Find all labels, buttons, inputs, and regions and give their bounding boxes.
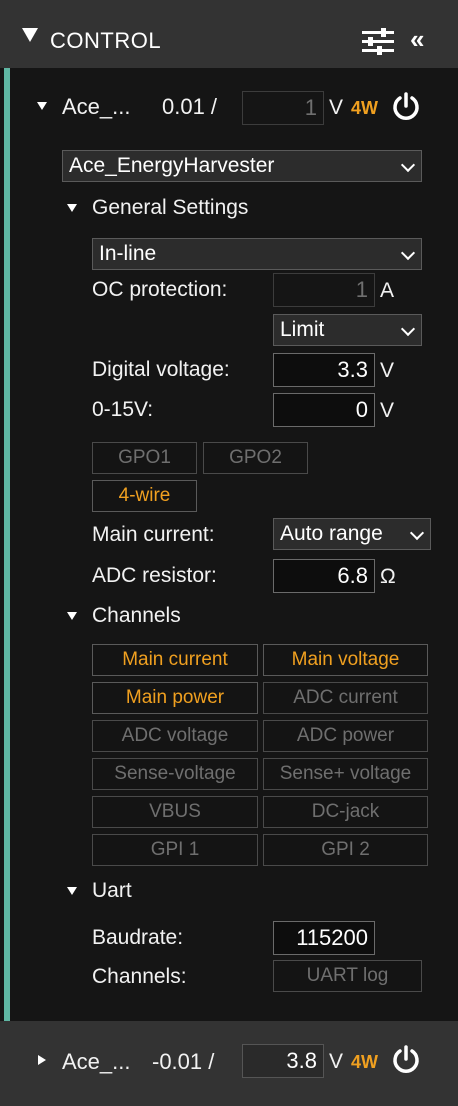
main-current-range-value: Auto range [280, 522, 383, 545]
collapse-triangle-icon[interactable] [22, 28, 38, 42]
oc-unit: A [380, 279, 395, 302]
baudrate-label: Baudrate: [92, 926, 184, 949]
device-select-value: Ace_EnergyHarvester [69, 154, 275, 177]
device2-reading: -0.01 / [152, 1049, 215, 1074]
collapse-panel-button[interactable]: « [410, 24, 424, 55]
voltage-setpoint-input[interactable]: 1 [242, 91, 324, 125]
uart-channels-label: Channels: [92, 965, 187, 988]
range-0-15v-input[interactable]: 0 [273, 393, 375, 427]
expand-device2-icon[interactable] [38, 1055, 46, 1065]
device2-mode-4w-badge[interactable]: 4W [351, 1052, 378, 1073]
baudrate-input[interactable]: 115200 [273, 921, 375, 955]
device2-row[interactable]: Ace_... -0.01 / 3.8 V 4W [0, 1021, 458, 1106]
main-current-range-select[interactable]: Auto range [273, 518, 431, 550]
general-settings-toggle-icon[interactable] [67, 204, 77, 212]
device2-voltage-setpoint-input[interactable]: 3.8 [242, 1044, 324, 1078]
device-select[interactable]: Ace_EnergyHarvester [62, 150, 422, 182]
main-current-label: Main current: [92, 523, 215, 546]
device2-voltage-unit: V [329, 1050, 344, 1073]
oc-mode-select[interactable]: Limit [273, 314, 422, 346]
channel-vbus[interactable]: VBUS [92, 796, 258, 828]
channel-sense-plus-voltage[interactable]: Sense+ voltage [263, 758, 428, 790]
device2-name[interactable]: Ace_... [62, 1049, 130, 1075]
channel-sense-minus-voltage[interactable]: Sense-voltage [92, 758, 258, 790]
channels-toggle-icon[interactable] [67, 612, 77, 620]
digital-voltage-unit: V [380, 359, 395, 382]
channel-gpi2[interactable]: GPI 2 [263, 834, 428, 866]
mode-4w-badge[interactable]: 4W [351, 98, 378, 119]
oc-mode-value: Limit [280, 318, 325, 341]
sliders-icon[interactable] [362, 28, 394, 56]
uart-title[interactable]: Uart [92, 879, 132, 903]
channel-main-voltage[interactable]: Main voltage [263, 644, 428, 676]
power-icon[interactable] [391, 1045, 421, 1075]
channels-title[interactable]: Channels [92, 604, 181, 628]
voltage-unit: V [329, 96, 344, 119]
oc-protection-label: OC protection: [92, 278, 228, 301]
device-accent-bar [4, 68, 10, 1021]
channel-adc-power[interactable]: ADC power [263, 720, 428, 752]
channel-adc-current[interactable]: ADC current [263, 682, 428, 714]
adc-resistor-label: ADC resistor: [92, 564, 217, 587]
control-panel: CONTROL « Ace_... 0.01 / 1 V 4W Ace_Ener… [0, 0, 458, 1106]
four-wire-button[interactable]: 4-wire [92, 480, 197, 512]
power-icon[interactable] [391, 92, 421, 122]
device-name[interactable]: Ace_... [62, 94, 130, 120]
control-header[interactable]: CONTROL « [0, 0, 458, 68]
connection-mode-value: In-line [99, 242, 157, 265]
general-settings-title[interactable]: General Settings [92, 196, 248, 220]
oc-protection-input[interactable]: 1 [273, 273, 375, 307]
digital-voltage-input[interactable]: 3.3 [273, 353, 375, 387]
channel-gpi1[interactable]: GPI 1 [92, 834, 258, 866]
range-0-15v-label: 0-15V: [92, 398, 154, 421]
gpo2-button[interactable]: GPO2 [203, 442, 308, 474]
device-reading: 0.01 / [162, 94, 218, 119]
header-title: CONTROL [50, 28, 162, 53]
uart-log-button[interactable]: UART log [273, 960, 422, 992]
chevron-down-icon [400, 321, 416, 337]
channel-main-current[interactable]: Main current [92, 644, 258, 676]
channel-dc-jack[interactable]: DC-jack [263, 796, 428, 828]
uart-toggle-icon[interactable] [67, 887, 77, 895]
range-0-15v-unit: V [380, 399, 395, 422]
adc-resistor-unit: Ω [380, 565, 396, 588]
gpo1-button[interactable]: GPO1 [92, 442, 197, 474]
chevron-down-icon [400, 245, 416, 261]
adc-resistor-input[interactable]: 6.8 [273, 559, 375, 593]
channel-main-power[interactable]: Main power [92, 682, 258, 714]
digital-voltage-label: Digital voltage: [92, 358, 230, 381]
expand-device-icon[interactable] [37, 102, 47, 110]
channel-adc-voltage[interactable]: ADC voltage [92, 720, 258, 752]
chevron-down-icon [409, 525, 425, 541]
connection-mode-select[interactable]: In-line [92, 238, 422, 270]
chevron-down-icon [400, 157, 416, 173]
